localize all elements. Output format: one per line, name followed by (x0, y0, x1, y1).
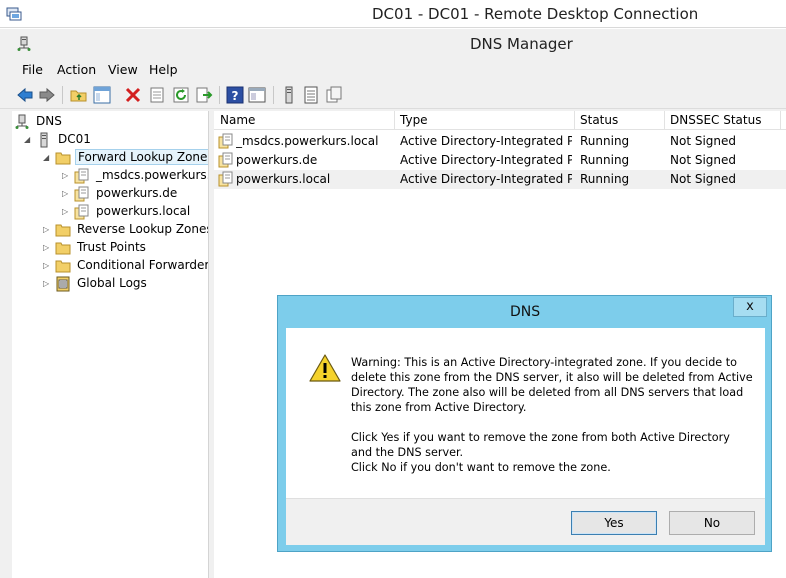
menu-help[interactable]: Help (149, 62, 178, 77)
log-icon (56, 276, 70, 292)
delete-zone-dialog: DNS x Warning: This is an Active Directo… (277, 295, 772, 552)
expand-arrow-icon[interactable]: ▷ (62, 171, 70, 181)
cell-name: powerkurs.de (236, 153, 318, 167)
collapse-arrow-icon[interactable]: ◢ (43, 153, 51, 163)
table-row[interactable]: powerkurs.local Active Directory-Integra… (214, 170, 786, 189)
rdp-title-bar: DC01 - DC01 - Remote Desktop Connection (0, 0, 786, 28)
rdp-window-title: DC01 - DC01 - Remote Desktop Connection (372, 5, 699, 23)
zone-icon (74, 168, 89, 184)
expand-arrow-icon[interactable]: ▷ (62, 207, 70, 217)
toolbar: ? (0, 81, 786, 109)
back-arrow-icon[interactable] (16, 86, 34, 104)
cell-dnssec-status: Not Signed (670, 153, 737, 167)
column-header-type[interactable]: Type (400, 113, 428, 127)
expand-arrow-icon[interactable]: ▷ (43, 279, 51, 289)
cell-name: _msdcs.powerkurs.local (236, 134, 379, 148)
expand-arrow-icon[interactable]: ▷ (43, 261, 51, 271)
yes-button[interactable]: Yes (571, 511, 657, 535)
column-header-name[interactable]: Name (220, 113, 255, 127)
column-divider[interactable] (780, 111, 781, 130)
column-header-status[interactable]: Status (580, 113, 618, 127)
menu-file[interactable]: File (22, 62, 43, 77)
expand-arrow-icon[interactable]: ▷ (62, 189, 70, 199)
no-button[interactable]: No (669, 511, 755, 535)
export-list-icon[interactable] (195, 86, 213, 104)
up-folder-icon[interactable] (70, 86, 88, 104)
cell-type: Active Directory-Integrated Pr... (400, 172, 572, 186)
close-button[interactable]: x (733, 297, 767, 317)
folder-icon (55, 152, 71, 165)
column-header-dnssec-status[interactable]: DNSSEC Status (670, 113, 761, 127)
column-divider[interactable] (574, 111, 575, 130)
help-icon[interactable]: ? (226, 86, 244, 104)
dns-icon (15, 114, 29, 129)
instruction-text: Click Yes if you want to remove the zone… (351, 431, 730, 474)
toolbar-separator (62, 86, 63, 104)
zone-icon (74, 186, 89, 202)
folder-icon (55, 242, 71, 255)
cell-type: Active Directory-Integrated Pr... (400, 134, 572, 148)
list-icon[interactable] (302, 86, 320, 104)
folder-icon (55, 224, 71, 237)
zone-icon (218, 133, 233, 149)
cell-dnssec-status: Not Signed (670, 172, 737, 186)
refresh-icon[interactable] (172, 86, 190, 104)
toolbar-separator (219, 86, 220, 104)
forward-arrow-icon[interactable] (38, 86, 56, 104)
console-tree: DNS ◢ DC01 ◢ Forward Lookup Zones ▷ _msd… (12, 111, 209, 578)
cell-status: Running (580, 172, 630, 186)
dns-manager-icon (17, 36, 31, 51)
list-header: Name Type Status DNSSEC Status (214, 111, 786, 130)
expand-arrow-icon[interactable]: ▷ (43, 225, 51, 235)
cell-name: powerkurs.local (236, 172, 331, 186)
collapse-arrow-icon[interactable]: ◢ (24, 135, 32, 145)
warning-icon (309, 354, 341, 382)
dialog-button-bar: Yes No (286, 498, 765, 545)
remote-desktop-icon (6, 7, 22, 21)
dialog-title-bar[interactable]: DNS x (278, 296, 771, 328)
window-title: DNS Manager (470, 35, 573, 53)
dialog-message: Warning: This is an Active Directory-int… (351, 355, 761, 490)
menu-bar: File Action View Help (0, 60, 786, 80)
server-icon (40, 132, 48, 148)
properties-icon[interactable] (148, 86, 166, 104)
toolbar-separator (273, 86, 274, 104)
zone-icon (218, 171, 233, 187)
dialog-body: Warning: This is an Active Directory-int… (286, 328, 765, 545)
zone-icon (74, 204, 89, 220)
column-divider[interactable] (664, 111, 665, 130)
cell-status: Running (580, 134, 630, 148)
cell-type: Active Directory-Integrated Pr... (400, 153, 572, 167)
svg-text:?: ? (232, 89, 239, 103)
expand-arrow-icon[interactable]: ▷ (43, 243, 51, 253)
delete-icon[interactable] (124, 86, 142, 104)
cell-status: Running (580, 153, 630, 167)
zone-icon (218, 152, 233, 168)
menu-action[interactable]: Action (57, 62, 96, 77)
menu-view[interactable]: View (108, 62, 138, 77)
table-row[interactable]: _msdcs.powerkurs.local Active Directory-… (214, 132, 786, 151)
window-title-bar: DNS Manager (0, 29, 786, 59)
warning-text: Warning: This is an Active Directory-int… (351, 356, 753, 414)
dialog-title: DNS (510, 304, 541, 320)
cell-dnssec-status: Not Signed (670, 134, 737, 148)
show-hide-tree-icon[interactable] (93, 86, 111, 104)
table-row[interactable]: powerkurs.de Active Directory-Integrated… (214, 151, 786, 170)
zone-icon[interactable] (325, 86, 343, 104)
folder-icon (55, 260, 71, 273)
column-divider[interactable] (394, 111, 395, 130)
server-icon[interactable] (280, 86, 298, 104)
console-icon[interactable] (248, 86, 266, 104)
